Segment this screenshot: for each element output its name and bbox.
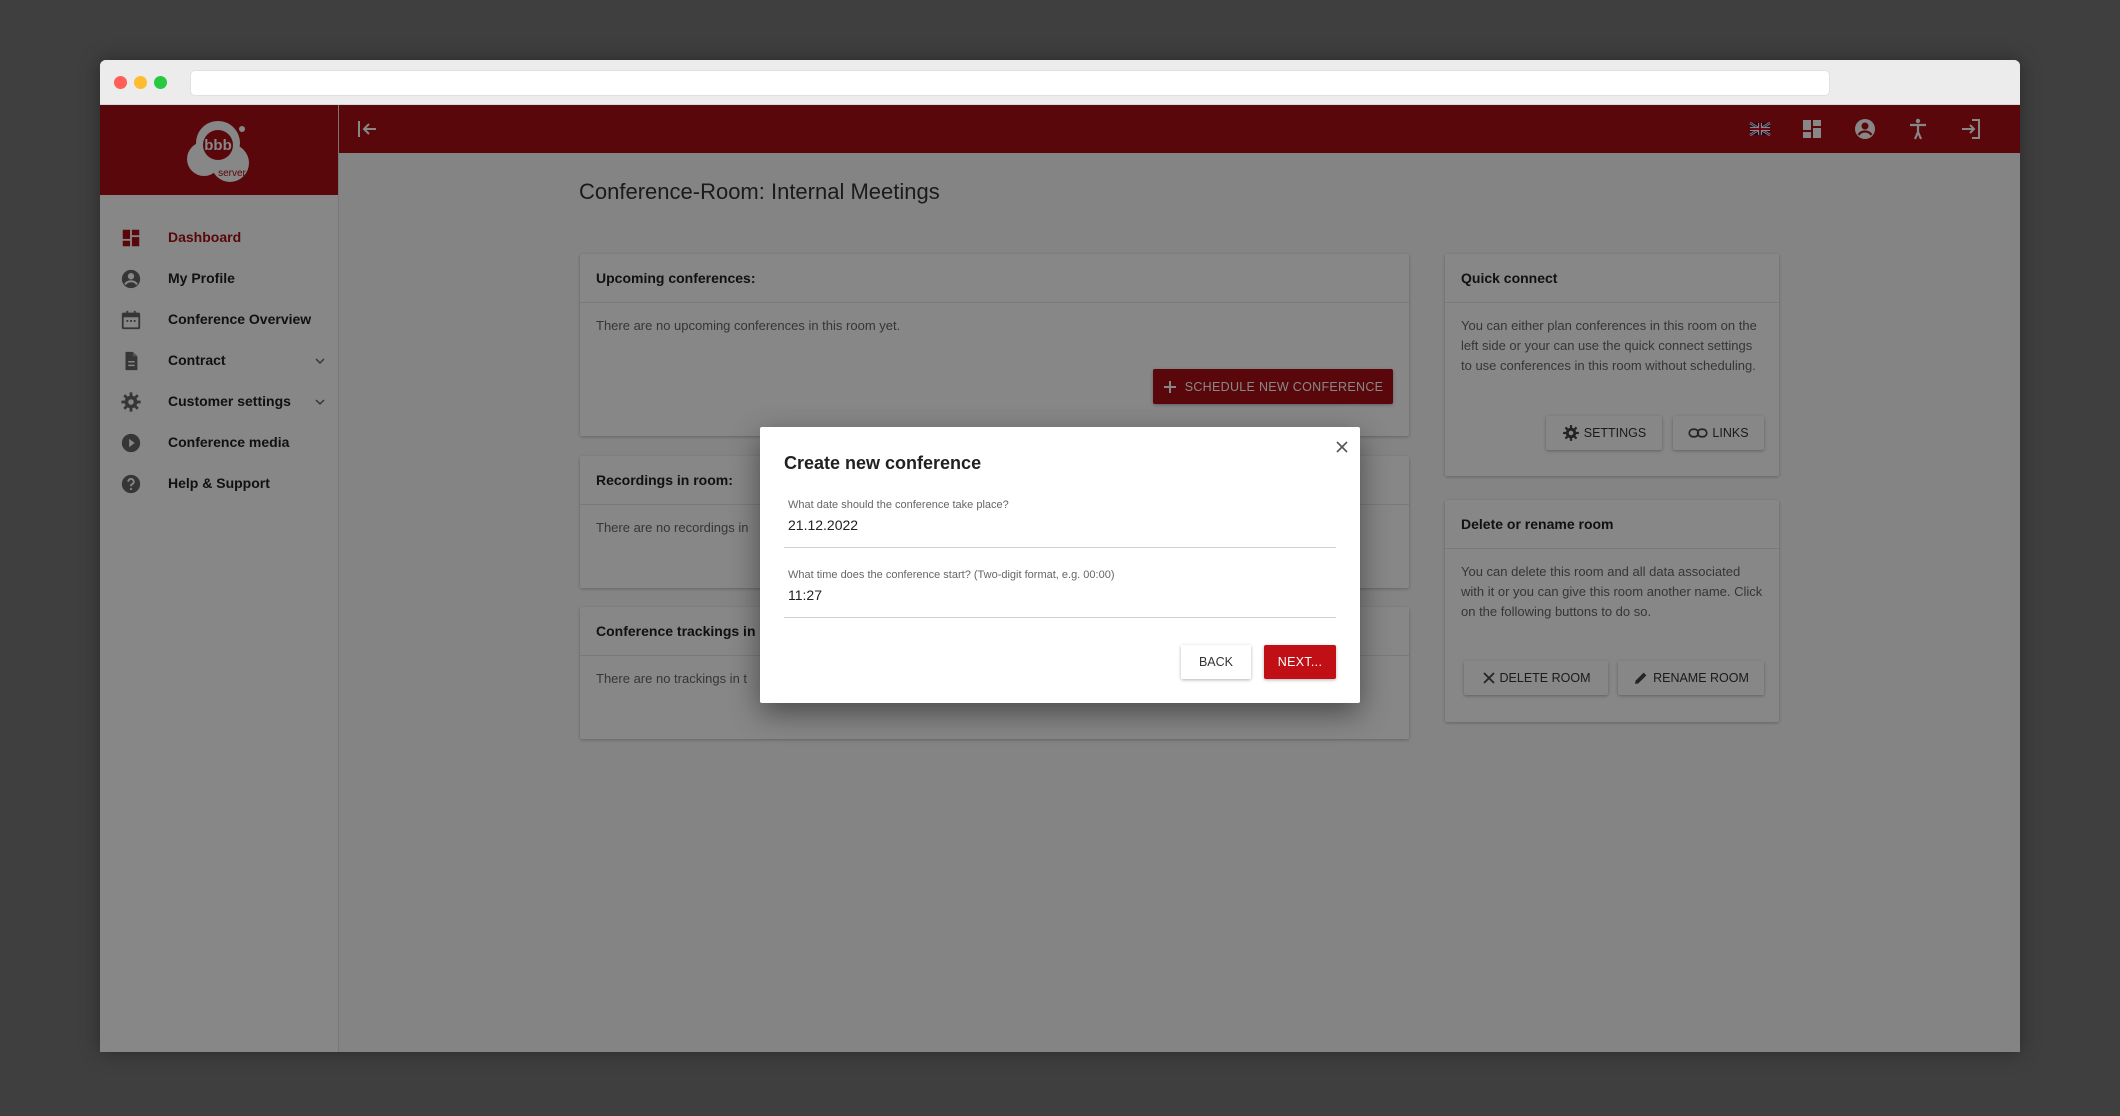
back-button[interactable]: BACK xyxy=(1181,645,1251,679)
date-field[interactable]: What date should the conference take pla… xyxy=(784,493,1336,548)
time-field-label: What time does the conference start? (Tw… xyxy=(788,569,1115,581)
next-button[interactable]: NEXT... xyxy=(1264,645,1336,679)
time-field[interactable]: What time does the conference start? (Tw… xyxy=(784,563,1336,618)
maximize-window-button[interactable] xyxy=(154,76,167,89)
close-icon[interactable] xyxy=(1334,439,1350,455)
dialog-title: Create new conference xyxy=(784,453,982,473)
time-field-value[interactable]: 11:27 xyxy=(788,587,822,603)
button-label: NEXT... xyxy=(1277,655,1323,669)
browser-window: bbb server Dashboard My Profile Conferen… xyxy=(100,60,2020,1052)
date-field-label: What date should the conference take pla… xyxy=(788,499,1009,511)
browser-chrome xyxy=(100,60,2020,105)
address-bar[interactable] xyxy=(190,70,1830,96)
button-label: BACK xyxy=(1198,655,1234,669)
create-conference-dialog: Create new conference What date should t… xyxy=(760,427,1360,703)
minimize-window-button[interactable] xyxy=(134,76,147,89)
close-window-button[interactable] xyxy=(114,76,127,89)
date-field-value[interactable]: 21.12.2022 xyxy=(788,517,858,533)
app: bbb server Dashboard My Profile Conferen… xyxy=(100,105,2020,1052)
